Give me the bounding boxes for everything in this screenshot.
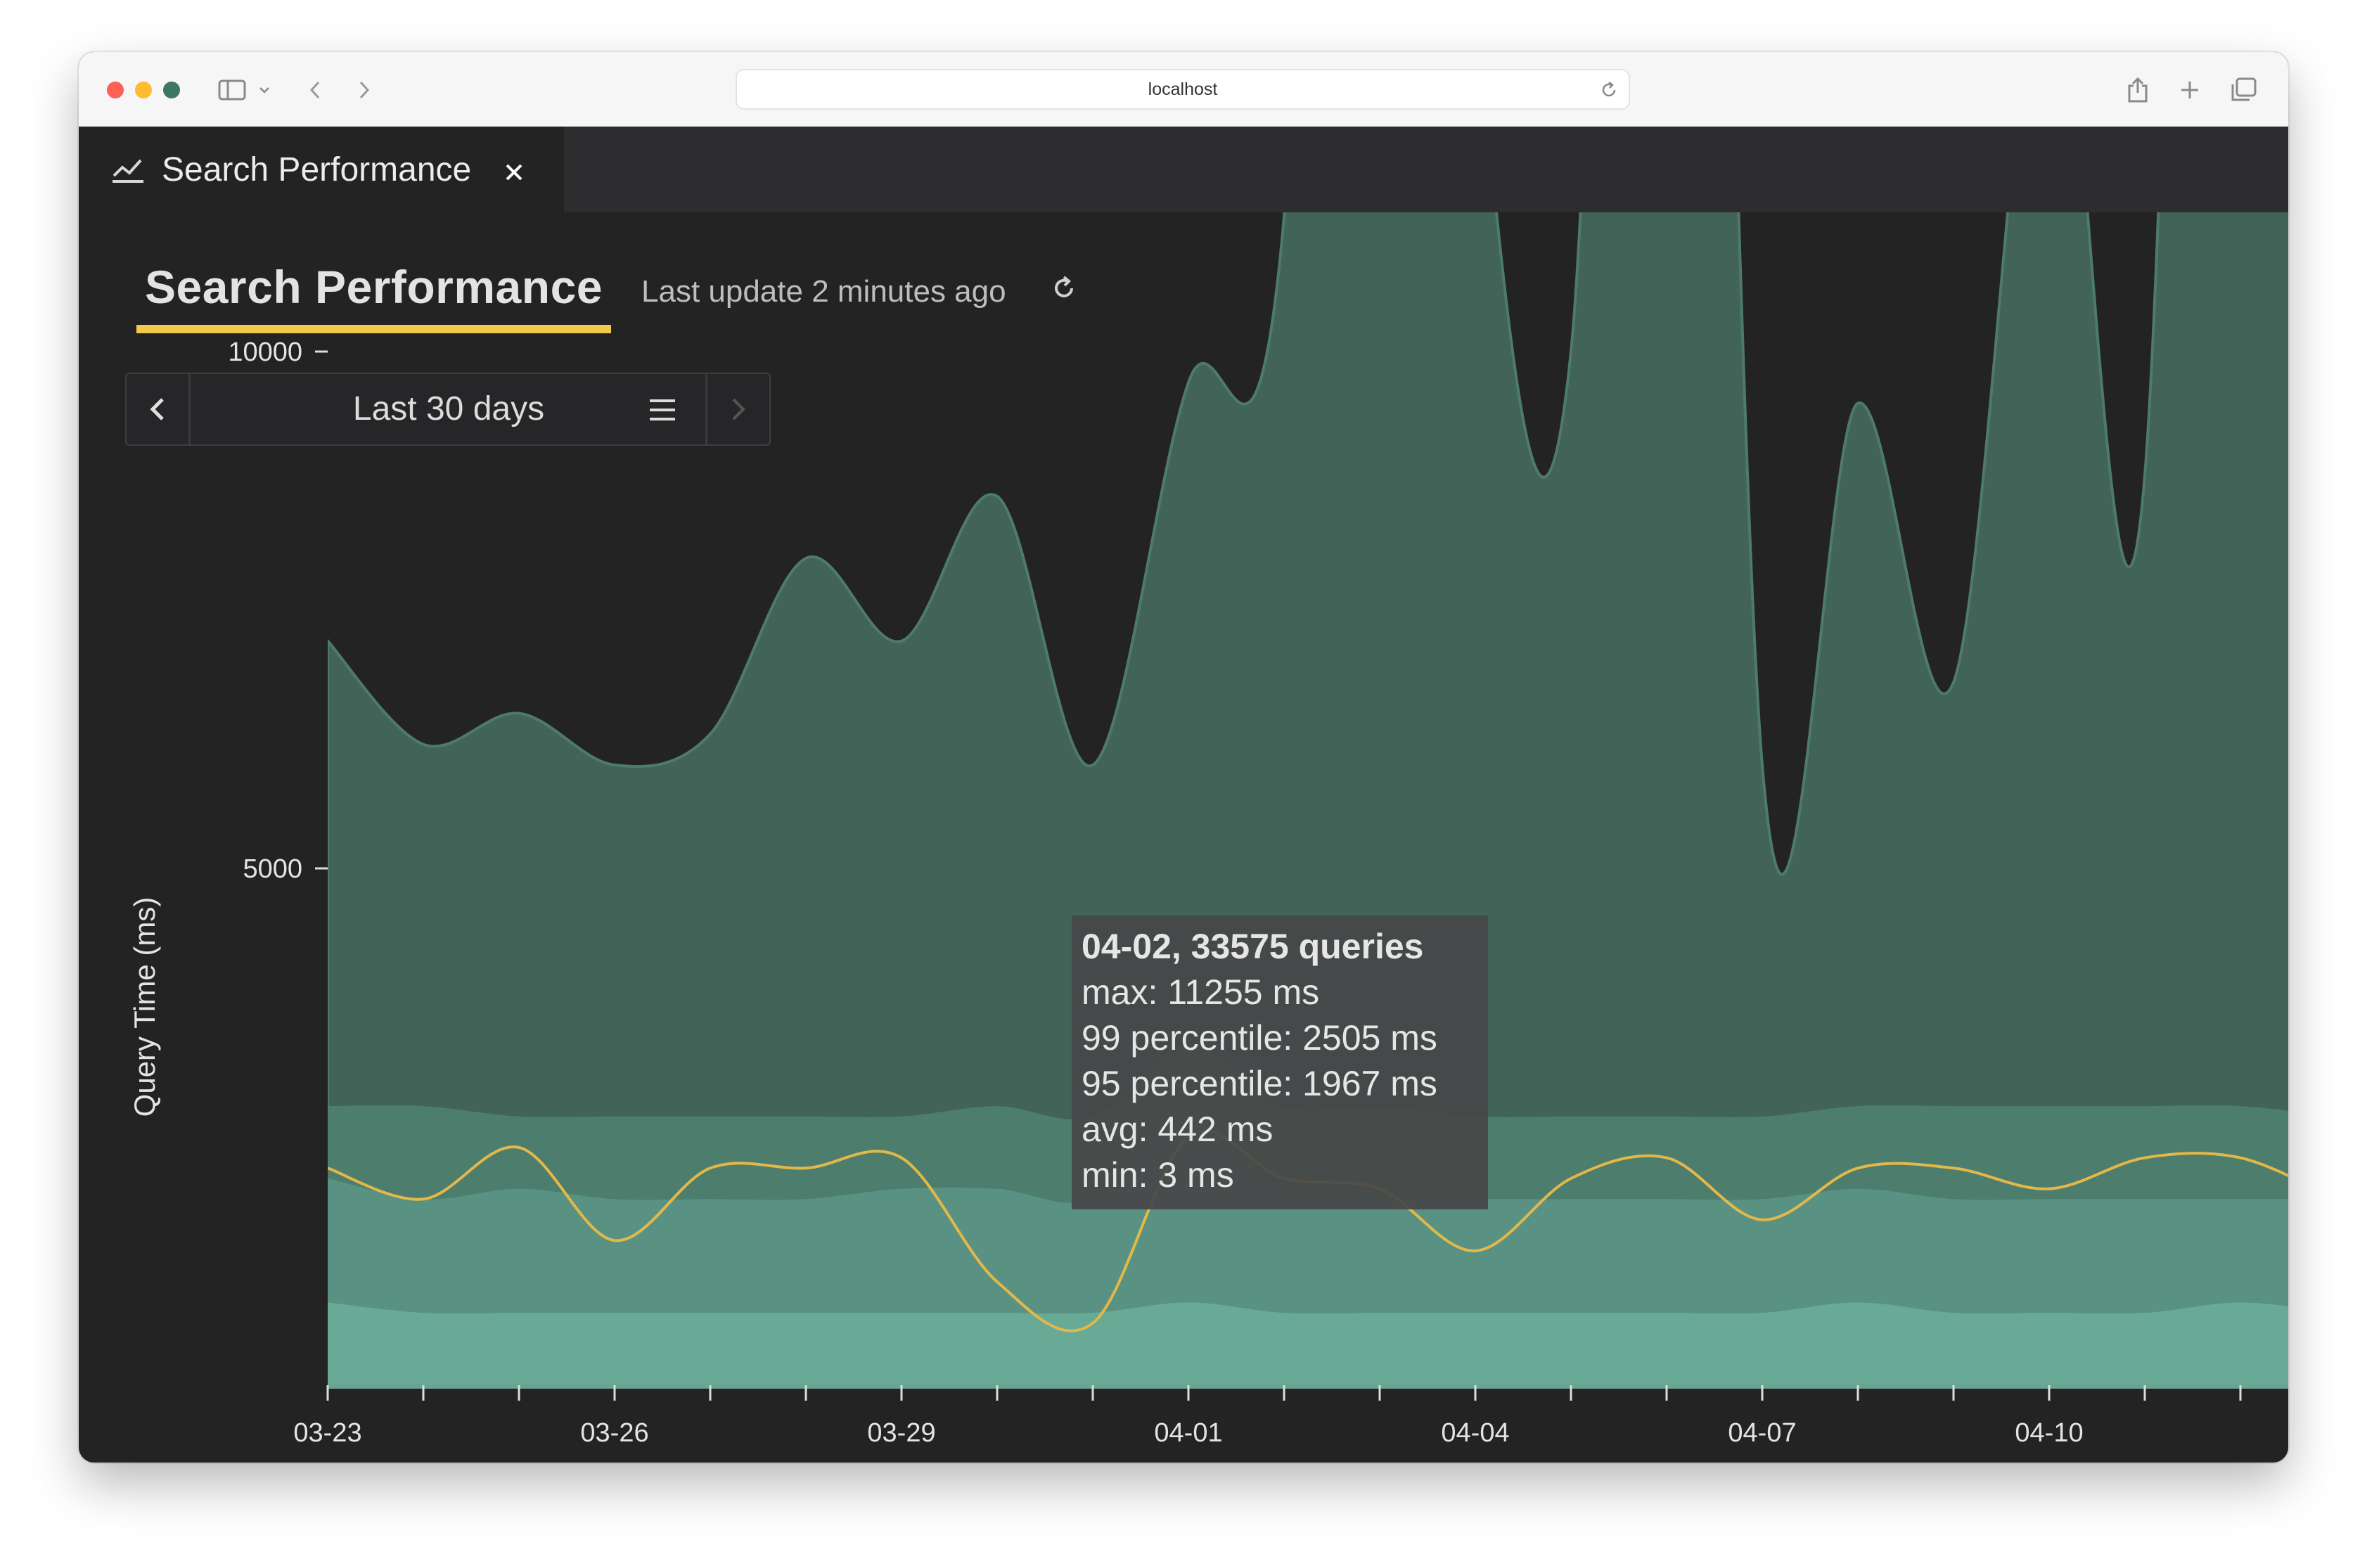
back-icon[interactable]	[302, 73, 328, 107]
x-tick-label: 03-29	[867, 1418, 935, 1448]
x-tick-label: 04-07	[1728, 1418, 1796, 1448]
x-tick-label: 03-26	[580, 1418, 648, 1448]
close-icon[interactable]	[503, 162, 525, 186]
series-area-3	[328, 1302, 2288, 1385]
y-tick-label: 10000	[228, 338, 302, 367]
minimize-window-button[interactable]	[135, 82, 152, 98]
x-tick-label: 04-10	[2015, 1418, 2083, 1448]
query-time-chart: 03-23 03-26 03-29 04-01 04-04 04-07 04-10 5000 1…	[128, 212, 2288, 1448]
url-text: localhost	[1148, 79, 1218, 99]
tab-search-performance[interactable]: Search Performance	[79, 127, 564, 212]
y-axis-label: Query Time (ms)	[128, 897, 161, 1117]
line-chart-icon	[111, 156, 145, 188]
new-tab-icon[interactable]	[2176, 73, 2204, 107]
x-tick-label: 03-23	[293, 1418, 361, 1448]
tooltip-line: max: 11255 ms	[1082, 972, 1320, 1012]
x-tick-label: 04-04	[1441, 1418, 1509, 1448]
y-tick-label: 5000	[243, 854, 302, 884]
tooltip-line: 95 percentile: 1967 ms	[1082, 1064, 1437, 1103]
browser-window: localhost Search Performance Search Perf	[79, 52, 2288, 1463]
close-window-button[interactable]	[107, 82, 124, 98]
chart-tooltip: 04-02, 33575 queries max: 11255 ms 99 pe…	[1072, 915, 1488, 1209]
tooltip-line: min: 3 ms	[1082, 1155, 1234, 1195]
address-bar[interactable]: localhost	[736, 69, 1630, 110]
x-tick-label: 04-01	[1154, 1418, 1222, 1448]
page-content: Search Performance Last update 2 minutes…	[79, 212, 2288, 1463]
share-icon[interactable]	[2124, 73, 2152, 107]
forward-icon[interactable]	[352, 73, 377, 107]
tooltip-title: 04-02, 33575 queries	[1082, 927, 1424, 966]
tab-bar: Search Performance	[79, 127, 2288, 212]
browser-toolbar: localhost	[79, 52, 2288, 128]
reload-icon[interactable]	[1599, 80, 1619, 105]
chevron-down-icon[interactable]	[256, 73, 273, 107]
tab-title: Search Performance	[162, 151, 472, 188]
tooltip-line: 99 percentile: 2505 ms	[1082, 1018, 1437, 1058]
zoom-window-button[interactable]	[163, 82, 180, 98]
tooltip-line: avg: 442 ms	[1082, 1110, 1274, 1149]
tab-overview-icon[interactable]	[2228, 73, 2259, 107]
sidebar-icon[interactable]	[217, 73, 248, 107]
